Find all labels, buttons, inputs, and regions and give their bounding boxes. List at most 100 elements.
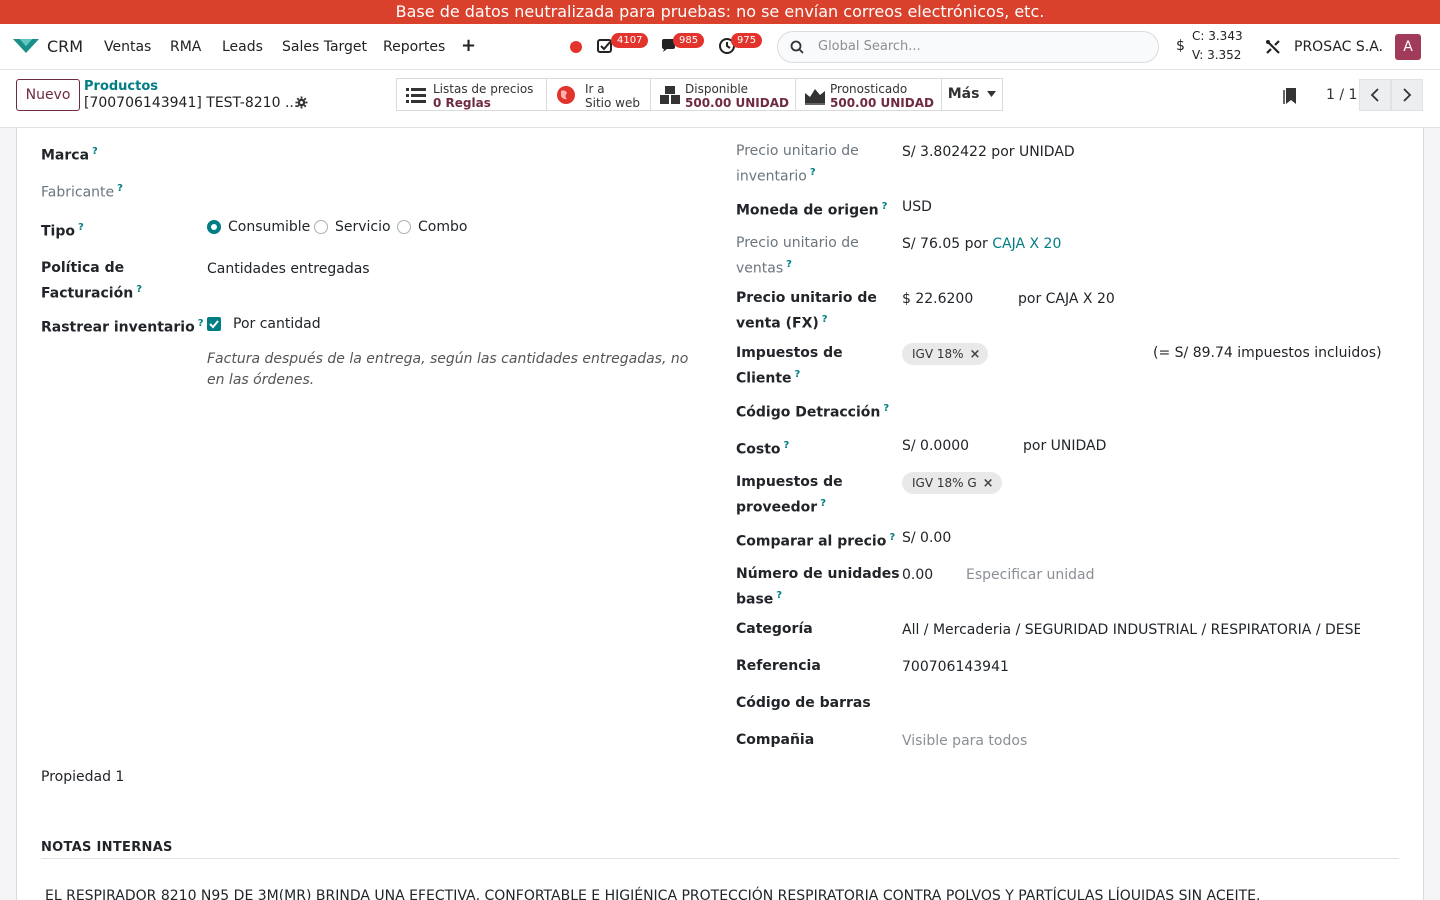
field-costo[interactable]: S/ 0.0000 [902,436,969,457]
odoo-logo-icon[interactable] [12,36,40,56]
field-label-compania: Compañia [736,732,815,748]
close-x-icon[interactable]: × [970,347,981,362]
menu-ventas[interactable]: Ventas [104,39,151,55]
field-precio-fx[interactable]: $ 22.6200 [902,289,973,310]
radio-combo[interactable] [397,220,411,234]
menu-rma[interactable]: RMA [170,39,201,55]
field-label-codigo-detraccion: Código Detracción? [736,403,890,421]
field-label-referencia: Referencia [736,658,821,674]
tax-tag-igv-18-g-label: IGV 18% G [912,476,977,490]
list-icon [406,88,426,103]
boxes-icon [660,86,680,104]
field-label-precio-ventas: Precio unitario de ventas? [736,235,859,277]
field-comparar-precio[interactable]: S/ 0.00 [902,528,951,549]
exchange-rate-sell: V: 3.352 [1192,48,1242,62]
currency-sign: $ [1176,38,1185,54]
field-label-categoria: Categoría [736,621,813,637]
field-politica-facturacion[interactable]: Cantidades entregadas [207,259,370,280]
smart-button-forecast-value: 500.00 UNIDAD [830,96,934,110]
smart-button-available[interactable]: Disponible 500.00 UNIDAD [650,78,796,111]
caret-down-icon [987,91,997,97]
smart-button-forecast-label: Pronosticado [830,82,908,96]
checkbox-rastrear-inventario[interactable] [207,317,221,331]
tax-tag-igv-18[interactable]: IGV 18% × [902,343,989,365]
pager-previous-button[interactable] [1359,79,1391,111]
checkmark-icon [209,320,219,329]
field-label-precio-inventario: Precio unitario de inventario? [736,143,859,185]
precio-ventas-unit-link[interactable]: CAJA X 20 [992,236,1061,252]
timer-count-badge: 975 [731,33,763,48]
field-categoria[interactable]: All / Mercaderia / SEGURIDAD INDUSTRIAL … [902,620,1360,641]
breadcrumb-productos[interactable]: Productos [84,79,158,94]
radio-combo-label[interactable]: Combo [418,217,467,238]
smart-button-website-value: Sitio web [585,96,640,110]
exchange-rate-buy: C: 3.343 [1192,29,1243,43]
record-dot-icon[interactable] [570,41,582,53]
field-label-impuestos-proveedor: Impuestos de proveedor? [736,474,843,516]
user-avatar[interactable]: A [1395,34,1421,60]
smart-button-website[interactable]: Ir a Sitio web [546,78,651,111]
activities-count-badge: 4107 [611,33,649,48]
smart-button-available-label: Disponible [685,82,749,96]
invoice-policy-note: Factura después de la entrega, según las… [207,351,689,388]
app-name[interactable]: CRM [47,37,83,56]
neutralized-db-banner: Base de datos neutralizada para pruebas:… [0,0,1440,24]
smart-button-forecast[interactable]: Pronosticado 500.00 UNIDAD [795,78,942,111]
field-label-costo: Costo? [736,440,790,458]
field-referencia[interactable]: 700706143941 [902,657,1009,678]
field-compania[interactable]: Visible para todos [902,731,1027,752]
menu-leads[interactable]: Leads [222,39,263,55]
field-precio-fx-unit: por CAJA X 20 [1018,291,1115,307]
property-1-label: Propiedad 1 [41,769,125,785]
smart-button-website-label: Ir a [585,82,605,96]
chevron-left-icon [1370,88,1379,102]
chevron-right-icon [1403,88,1412,102]
gear-icon[interactable] [295,96,308,109]
field-label-codigo-barras: Código de barras [736,695,871,711]
area-chart-icon [805,89,825,105]
menu-add-plus[interactable]: + [461,35,476,56]
more-button[interactable]: Más [941,78,1003,111]
new-button[interactable]: Nuevo [16,79,80,111]
menu-sales-target[interactable]: Sales Target [282,39,367,55]
field-precio-ventas: S/ 76.05 por CAJA X 20 [902,234,1061,255]
form-sheet: Marca? Fabricante? Tipo? Consumible Serv… [16,128,1424,900]
globe-icon [557,86,575,104]
tax-tag-igv-18-g[interactable]: IGV 18% G × [902,472,1002,494]
more-button-label: Más [947,86,980,102]
global-search-box[interactable]: Global Search... [777,31,1159,63]
pager-next-button[interactable] [1391,79,1423,111]
field-label-precio-fx: Precio unitario de venta (FX)? [736,290,877,332]
record-title: [700706143941] TEST-8210 ... [84,95,299,111]
field-rastrear-por-cantidad[interactable]: Por cantidad [233,314,321,335]
bookmark-icon[interactable] [1283,87,1297,105]
top-navbar: CRM Ventas RMA Leads Sales Target Report… [0,24,1440,70]
internal-notes-divider [41,858,1399,859]
radio-servicio[interactable] [314,220,328,234]
smart-button-available-value: 500.00 UNIDAD [685,96,789,110]
field-unidades-base[interactable]: 0.00 [902,565,933,586]
menu-reportes[interactable]: Reportes [383,39,445,55]
smart-button-pricelists[interactable]: Listas de precios 0 Reglas [396,78,547,111]
tools-icon[interactable] [1264,38,1282,56]
internal-notes-title: NOTAS INTERNAS [41,840,173,855]
field-moneda-origen[interactable]: USD [902,197,932,218]
field-especificar-unidad[interactable]: Especificar unidad [966,565,1095,586]
search-icon [790,40,804,54]
search-input[interactable]: Global Search... [818,39,921,54]
radio-servicio-label[interactable]: Servicio [335,217,391,238]
smart-button-pricelists-value: 0 Reglas [433,96,491,110]
field-label-impuestos-cliente: Impuestos de Cliente? [736,345,843,387]
control-panel: Nuevo Productos [700706143941] TEST-8210… [0,70,1440,128]
field-label-rastrear-inventario: Rastrear inventario? [41,318,204,336]
company-switcher[interactable]: PROSAC S.A. [1294,39,1383,55]
internal-notes-text[interactable]: EL RESPIRADOR 8210 N95 DE 3M(MR) BRINDA … [45,888,1260,900]
radio-consumible-label[interactable]: Consumible [228,217,310,238]
tax-included-total: (= S/ 89.74 impuestos incluidos) [1153,345,1382,361]
radio-consumible[interactable] [207,220,221,234]
messages-count-badge: 985 [673,33,705,48]
field-label-fabricante: Fabricante? [41,183,123,201]
pager-value[interactable]: 1 / 1 [1326,87,1357,103]
close-x-icon[interactable]: × [983,476,994,491]
smart-button-pricelists-label: Listas de precios [433,82,534,96]
